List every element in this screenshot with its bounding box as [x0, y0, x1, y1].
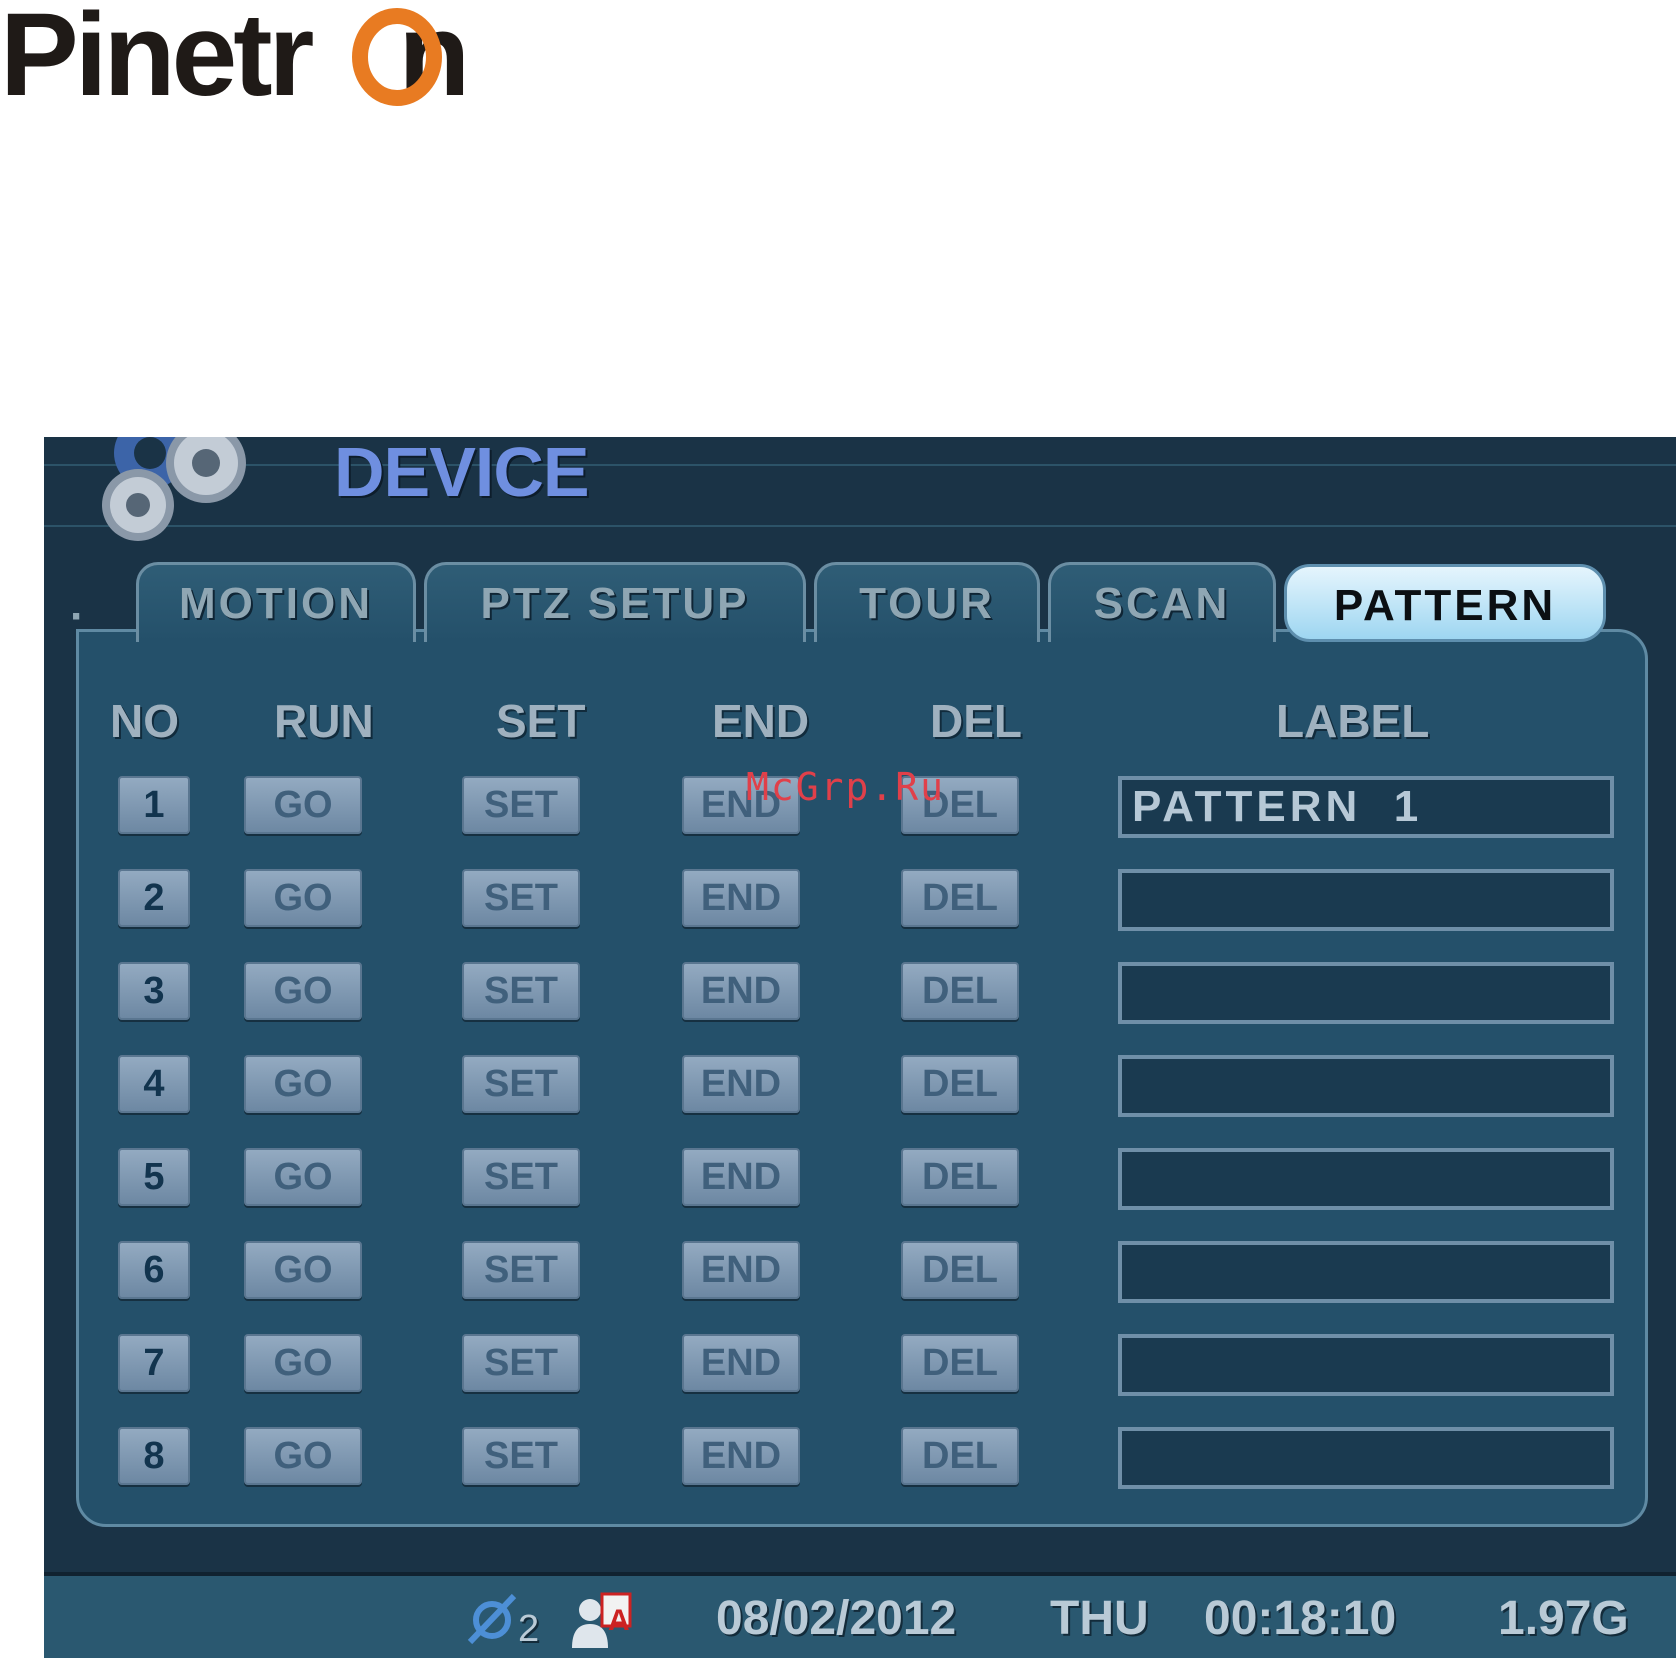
row-number: 7 [118, 1334, 190, 1392]
row-number: 4 [118, 1055, 190, 1113]
set-button[interactable]: SET [462, 1148, 580, 1206]
end-button[interactable]: END [682, 1241, 800, 1299]
tab-tour[interactable]: TOUR [814, 562, 1040, 642]
label-field[interactable] [1118, 869, 1614, 931]
go-button[interactable]: GO [244, 1241, 362, 1299]
status-day: THU [1050, 1592, 1149, 1645]
tab-hidden-left[interactable]: · [70, 587, 85, 647]
end-button[interactable]: END [682, 1148, 800, 1206]
label-field[interactable] [1118, 1055, 1614, 1117]
dvr-screen: DEVICE · MOTION PTZ SETUP TOUR SCAN PATT… [44, 437, 1676, 1658]
del-button[interactable]: DEL [901, 1427, 1019, 1485]
set-button[interactable]: SET [462, 1055, 580, 1113]
page-title: DEVICE [334, 437, 590, 511]
set-button[interactable]: SET [462, 1241, 580, 1299]
label-field[interactable] [1118, 1427, 1614, 1489]
go-button[interactable]: GO [244, 1148, 362, 1206]
end-button[interactable]: END [682, 1055, 800, 1113]
end-button[interactable]: END [682, 1427, 800, 1485]
set-button[interactable]: SET [462, 1334, 580, 1392]
tab-scan[interactable]: SCAN [1048, 562, 1276, 642]
status-time: 00:18:10 [1204, 1592, 1397, 1645]
row-number: 3 [118, 962, 190, 1020]
column-header-label: LABEL [1276, 695, 1430, 747]
end-button[interactable]: END [682, 1334, 800, 1392]
column-header-set: SET [496, 695, 586, 747]
label-field[interactable]: PATTERN 1 [1118, 776, 1614, 838]
watermark: McGrp.Ru [746, 765, 946, 809]
gears-icon [102, 437, 246, 541]
tab-motion[interactable]: MOTION [136, 562, 416, 642]
row-number: 8 [118, 1427, 190, 1485]
table-row: 6 GO SET END DEL [44, 1241, 1676, 1303]
row-number: 1 [118, 776, 190, 834]
column-header-run: RUN [274, 695, 374, 747]
del-button[interactable]: DEL [901, 1148, 1019, 1206]
end-button[interactable]: END [682, 869, 800, 927]
del-button[interactable]: DEL [901, 1241, 1019, 1299]
go-button[interactable]: GO [244, 1427, 362, 1485]
go-button[interactable]: GO [244, 869, 362, 927]
del-button[interactable]: DEL [901, 869, 1019, 927]
status-storage: 1.97G [1498, 1592, 1629, 1645]
table-row: 3 GO SET END DEL [44, 962, 1676, 1024]
status-bar: 2 A 08/02/2012 THU 00:18:10 1.97G [44, 1572, 1676, 1658]
row-number: 5 [118, 1148, 190, 1206]
go-button[interactable]: GO [244, 1334, 362, 1392]
go-button[interactable]: GO [244, 962, 362, 1020]
row-number: 6 [118, 1241, 190, 1299]
status-date: 08/02/2012 [716, 1592, 957, 1645]
header-divider [44, 464, 1676, 466]
column-header-end: END [712, 695, 810, 747]
set-button[interactable]: SET [462, 1427, 580, 1485]
label-field[interactable] [1118, 1334, 1614, 1396]
label-field[interactable] [1118, 1148, 1614, 1210]
table-row: 7 GO SET END DEL [44, 1334, 1676, 1396]
go-button[interactable]: GO [244, 776, 362, 834]
user-badge: A [608, 1604, 630, 1637]
table-row: 5 GO SET END DEL [44, 1148, 1676, 1210]
del-button[interactable]: DEL [901, 1334, 1019, 1392]
table-row: 4 GO SET END DEL [44, 1055, 1676, 1117]
tab-ptz-setup[interactable]: PTZ SETUP [424, 562, 806, 642]
label-field[interactable] [1118, 962, 1614, 1024]
logo-ring-icon [352, 8, 442, 106]
network-count: 2 [518, 1608, 540, 1650]
column-header-no: NO [110, 695, 179, 747]
set-button[interactable]: SET [462, 776, 580, 834]
header-divider [44, 525, 1676, 527]
table-row: 8 GO SET END DEL [44, 1427, 1676, 1489]
end-button[interactable]: END [682, 962, 800, 1020]
row-number: 2 [118, 869, 190, 927]
del-button[interactable]: DEL [901, 1055, 1019, 1113]
set-button[interactable]: SET [462, 962, 580, 1020]
go-button[interactable]: GO [244, 1055, 362, 1113]
column-header-del: DEL [930, 695, 1022, 747]
table-row: 2 GO SET END DEL [44, 869, 1676, 931]
label-field[interactable] [1118, 1241, 1614, 1303]
del-button[interactable]: DEL [901, 962, 1019, 1020]
network-icon [467, 1593, 517, 1645]
set-button[interactable]: SET [462, 869, 580, 927]
tab-pattern[interactable]: PATTERN [1284, 564, 1606, 642]
